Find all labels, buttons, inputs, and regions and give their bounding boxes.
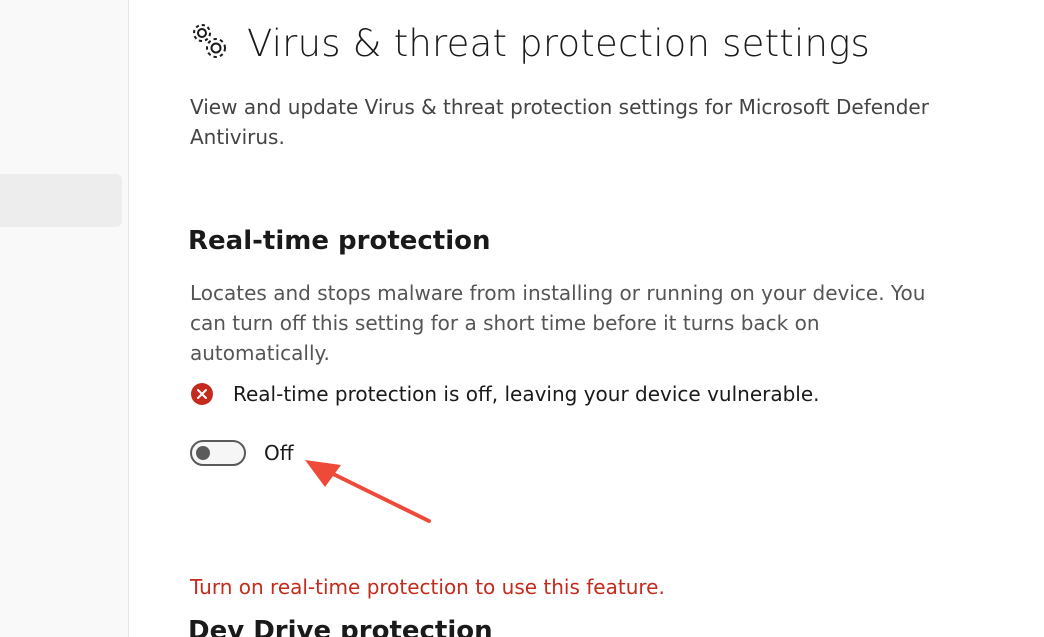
sidebar-item-selected[interactable] [0,174,122,227]
page-title: Virus & threat protection settings [247,22,870,65]
main-content: Virus & threat protection settings View … [129,0,1044,637]
warning-text: Real-time protection is off, leaving you… [233,382,820,406]
realtime-warning: Real-time protection is off, leaving you… [190,382,820,406]
dev-drive-error-text: Turn on real-time protection to use this… [190,575,665,599]
red-arrow-icon [305,460,431,523]
page-header: Virus & threat protection settings [189,22,870,65]
realtime-protection-heading: Real-time protection [188,226,491,256]
toggle-knob [196,446,210,460]
dev-drive-protection-heading: Dev Drive protection [188,616,493,637]
realtime-protection-description: Locates and stops malware from installin… [190,281,926,365]
realtime-protection-toggle[interactable] [190,440,246,466]
sidebar [0,0,129,637]
error-circle-icon [191,383,213,405]
gears-icon [193,23,226,58]
realtime-toggle-row: Off [190,440,294,466]
page-description: View and update Virus & threat protectio… [190,95,929,149]
toggle-state-label: Off [264,441,294,465]
